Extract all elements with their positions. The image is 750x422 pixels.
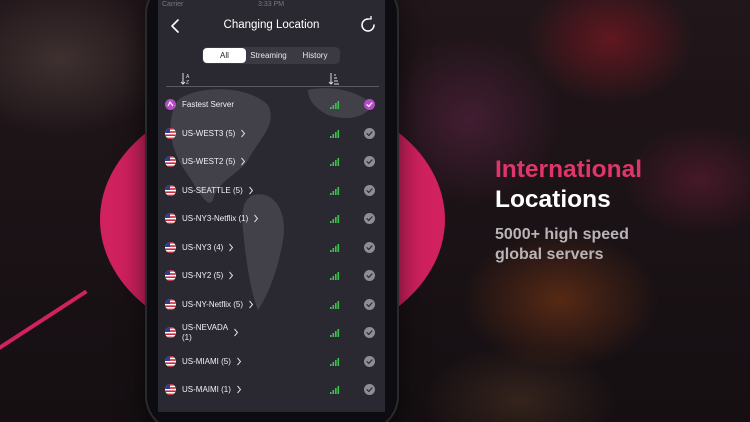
server-name: US-MIAMI (5) [182, 356, 231, 366]
unselected-check-icon[interactable] [364, 298, 375, 310]
promo-subtitle-line2: global servers [495, 246, 604, 263]
server-name: US-MAIMI (1) [182, 385, 231, 394]
server-row[interactable]: US-WEST3 (5) [158, 120, 385, 149]
fastest-server-icon [165, 99, 176, 110]
server-name: Fastest Server [182, 100, 235, 109]
chevron-right-icon[interactable] [253, 214, 259, 223]
signal-strength-icon [330, 386, 340, 394]
promo-subtitle-line1: 5000+ high speed [495, 226, 629, 243]
status-time: 3:33 PM [258, 1, 285, 8]
promo-headline-accent: International [495, 156, 643, 183]
app-screen: Carrier 3:33 PM Changing Location All St… [158, 0, 385, 412]
server-row[interactable]: US-MAIMI (1) [158, 376, 385, 405]
chevron-right-icon[interactable] [236, 357, 242, 366]
server-name: US-WEST3 (5) [182, 128, 236, 138]
chevron-right-icon[interactable] [228, 243, 234, 252]
server-name: US-NY3 (4) [182, 242, 224, 252]
tab-streaming[interactable]: Streaming [246, 48, 291, 63]
chevron-right-icon[interactable] [240, 129, 246, 138]
chevron-right-icon[interactable] [233, 328, 239, 337]
server-name: US-WEST2 (5) [182, 157, 236, 166]
us-flag-icon [165, 156, 176, 167]
unselected-check-icon[interactable] [364, 213, 375, 224]
chevron-right-icon[interactable] [240, 157, 246, 166]
us-flag-icon [165, 298, 176, 310]
unselected-check-icon[interactable] [364, 184, 375, 196]
us-flag-icon [165, 213, 176, 224]
server-name: US-SEATTLE (5) [182, 185, 243, 195]
tab-all[interactable]: All [203, 48, 246, 63]
sort-bar: A Z [166, 71, 379, 87]
server-name: US-NEVADA (1) [182, 323, 228, 342]
us-flag-icon [165, 270, 176, 281]
page-title: Changing Location [223, 19, 320, 31]
server-row[interactable]: US-NY2 (5) [158, 262, 385, 291]
unselected-check-icon[interactable] [364, 384, 375, 395]
chevron-right-icon[interactable] [228, 271, 234, 280]
navigation-bar: Changing Location [158, 12, 385, 40]
tab-history[interactable]: History [291, 48, 339, 63]
server-row[interactable]: US-NY3-Netflix (1) [158, 205, 385, 234]
unselected-check-icon[interactable] [364, 270, 375, 281]
promo-text: International Locations 5000+ high speed… [495, 155, 735, 265]
signal-strength-icon [330, 357, 340, 366]
chevron-right-icon[interactable] [236, 385, 242, 394]
svg-text:Z: Z [186, 80, 189, 85]
server-row[interactable]: US-WEST2 (5) [158, 148, 385, 177]
server-name: US-NY2 (5) [182, 271, 224, 280]
chevron-right-icon[interactable] [248, 186, 254, 195]
signal-strength-icon [330, 158, 340, 166]
us-flag-icon [165, 184, 176, 196]
us-flag-icon [165, 327, 176, 338]
promo-headline: Locations [495, 186, 611, 213]
signal-strength-icon [330, 215, 340, 223]
unselected-check-icon[interactable] [364, 156, 375, 167]
server-row[interactable]: US-NY-Netflix (5) [158, 291, 385, 320]
signal-strength-icon [330, 272, 340, 280]
server-row[interactable]: US-NY3 (4) [158, 234, 385, 263]
us-flag-icon [165, 384, 176, 395]
selected-check-icon[interactable] [364, 99, 375, 110]
sort-az-icon[interactable]: A Z [180, 72, 192, 85]
signal-strength-icon [330, 186, 340, 195]
status-bar: Carrier 3:33 PM [158, 0, 385, 10]
server-list: Fastest Server US-WEST3 (5) US-WEST2 (5) US… [158, 91, 385, 405]
unselected-check-icon[interactable] [364, 241, 375, 253]
chevron-right-icon[interactable] [248, 300, 254, 309]
server-name: US-NY3-Netflix (1) [182, 214, 249, 223]
unselected-check-icon[interactable] [364, 127, 375, 139]
refresh-icon[interactable] [359, 16, 377, 34]
us-flag-icon [165, 127, 176, 139]
signal-strength-icon [330, 300, 340, 309]
sort-ascending-icon[interactable] [328, 72, 340, 85]
segmented-control: All Streaming History [202, 47, 340, 64]
us-flag-icon [165, 241, 176, 253]
unselected-check-icon[interactable] [364, 355, 375, 367]
us-flag-icon [165, 355, 176, 367]
promo-subtitle: 5000+ high speed global servers [495, 225, 735, 265]
signal-strength-icon [330, 129, 340, 138]
server-row[interactable]: Fastest Server [158, 91, 385, 120]
signal-strength-icon [330, 101, 340, 109]
status-carrier: Carrier [162, 1, 184, 8]
signal-strength-icon [330, 329, 340, 337]
signal-strength-icon [330, 243, 340, 252]
server-row[interactable]: US-SEATTLE (5) [158, 177, 385, 206]
server-row[interactable]: US-MIAMI (5) [158, 348, 385, 377]
server-row[interactable]: US-NEVADA (1) [158, 319, 385, 348]
server-name: US-NY-Netflix (5) [182, 299, 244, 309]
unselected-check-icon[interactable] [364, 327, 375, 338]
